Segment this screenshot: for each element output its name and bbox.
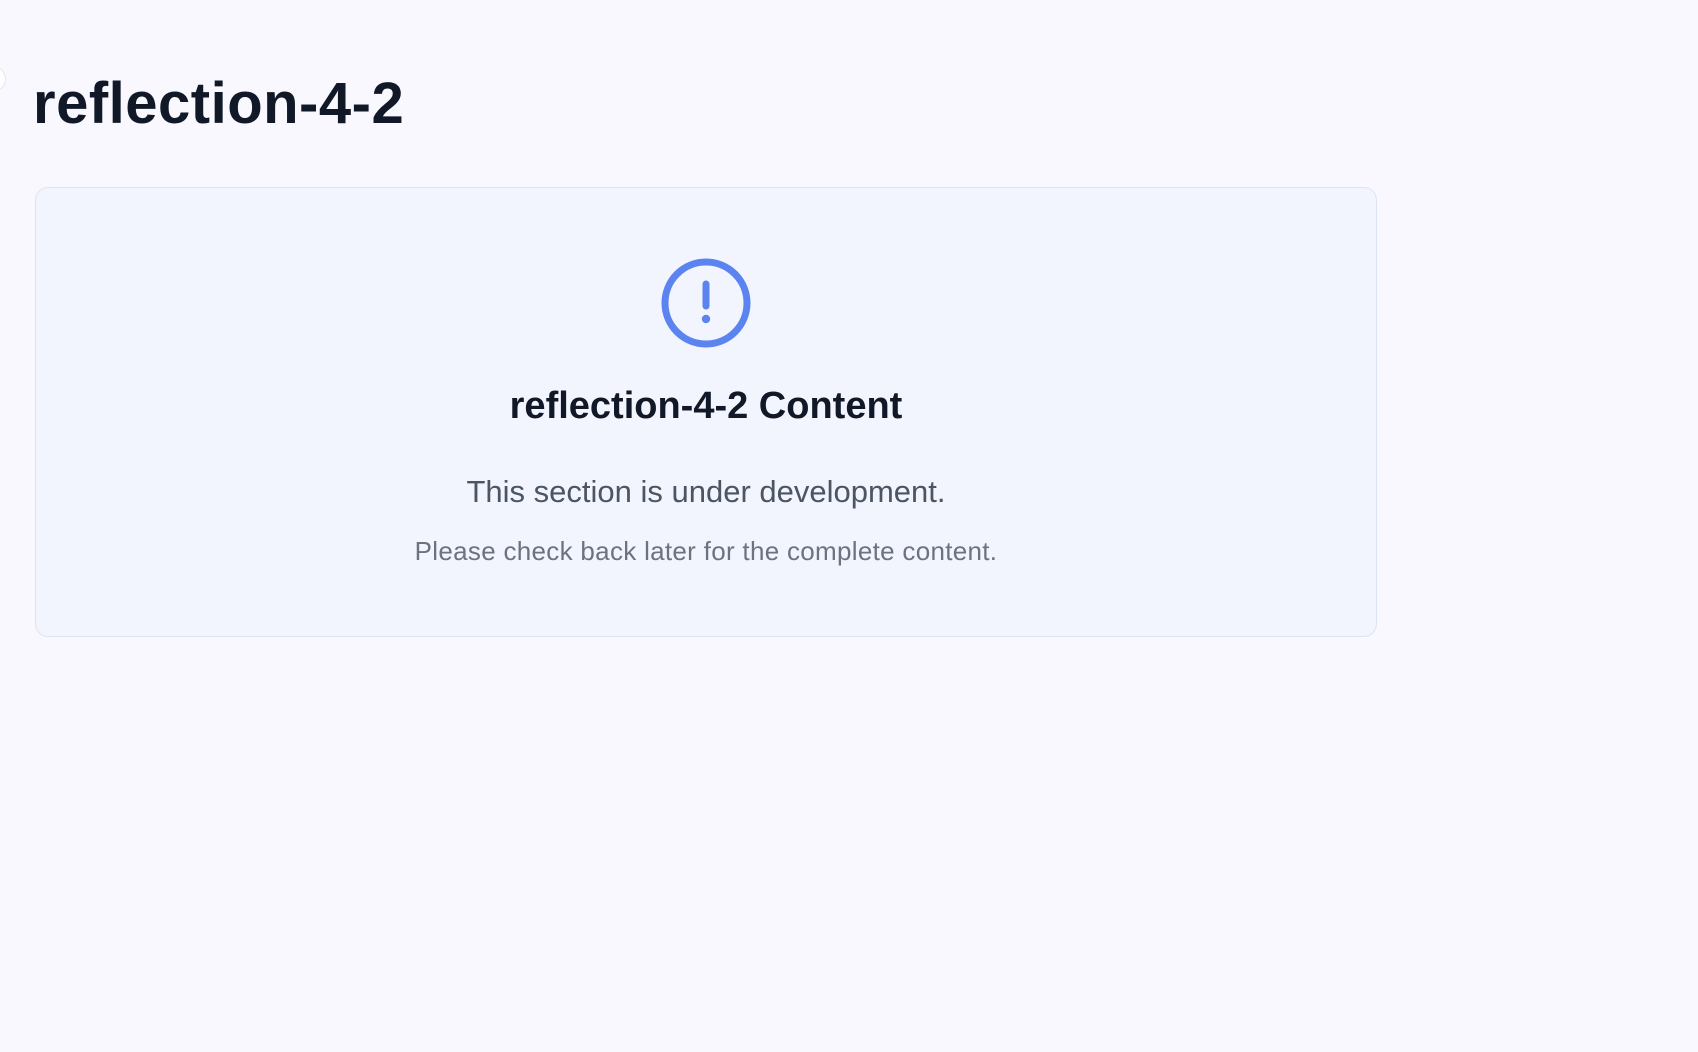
page-title: reflection-4-2 (33, 71, 405, 136)
card-heading: reflection-4-2 Content (509, 385, 903, 427)
alert-circle-icon (660, 257, 752, 349)
page: reflection-4-2 reflection-4-2 Content Th… (0, 0, 1698, 1052)
card-submessage: Please check back later for the complete… (414, 536, 998, 566)
under-development-card: reflection-4-2 Content This section is u… (35, 187, 1377, 637)
sidebar-toggle-handle[interactable] (0, 66, 6, 92)
card-message: This section is under development. (466, 474, 946, 509)
